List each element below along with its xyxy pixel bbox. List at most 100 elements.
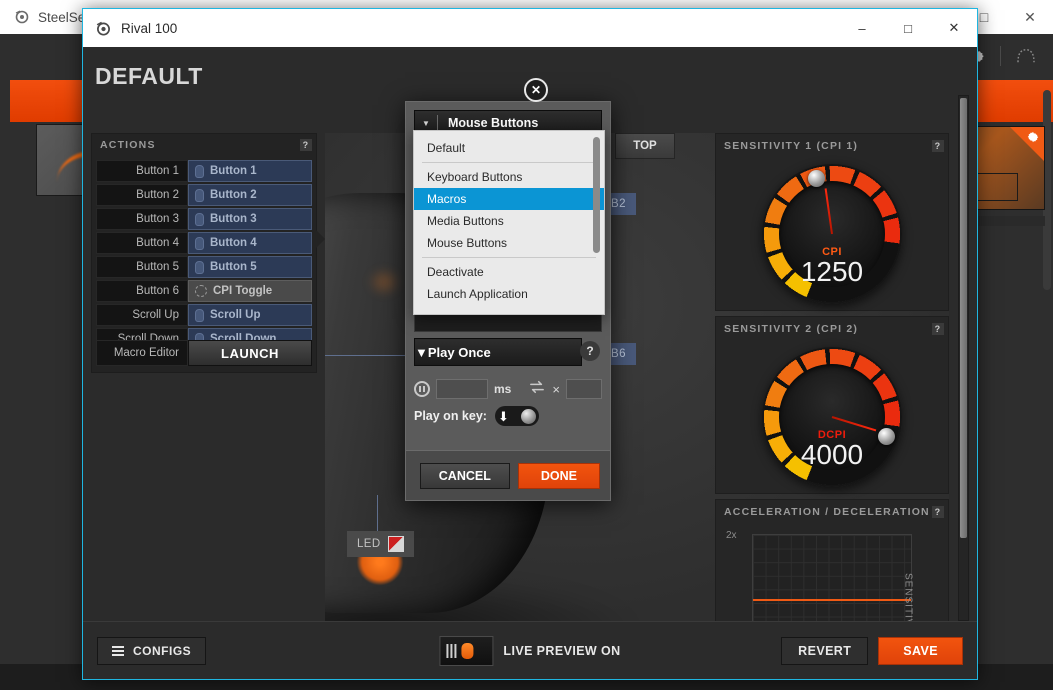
loop-icon bbox=[528, 380, 546, 398]
revert-button[interactable]: REVERT bbox=[781, 637, 868, 665]
content-scrollbar[interactable] bbox=[958, 95, 969, 621]
action-label: Button 2 bbox=[96, 184, 188, 206]
dropdown-item-media-buttons[interactable]: Media Buttons bbox=[414, 210, 604, 232]
sensitivity-2-header: SENSITIVITY 2 (CPI 2) ? bbox=[716, 317, 948, 341]
action-label: Button 5 bbox=[96, 256, 188, 278]
actions-help-icon[interactable]: ? bbox=[300, 139, 312, 151]
action-label: Button 1 bbox=[96, 160, 188, 182]
led-color-swatch[interactable] bbox=[388, 536, 404, 552]
dropdown-item-launch-application[interactable]: Launch Application bbox=[414, 283, 604, 305]
rival-100-window: Rival 100 – □ ✕ DEFAULT ACTIONS ? bbox=[82, 8, 978, 680]
action-label: Button 3 bbox=[96, 208, 188, 230]
gear-icon[interactable] bbox=[1026, 130, 1040, 144]
modal-titlebar[interactable]: Rival 100 – □ ✕ bbox=[83, 9, 977, 47]
table-row: Button 3 Button 3 bbox=[96, 208, 312, 230]
modal-window-controls: – □ ✕ bbox=[839, 9, 977, 47]
cpi-2-dial[interactable]: DCPI 4000 bbox=[762, 347, 902, 487]
action-binding-button[interactable]: Button 3 bbox=[188, 208, 312, 230]
configs-button[interactable]: CONFIGS bbox=[97, 637, 206, 665]
ms-unit-label: ms bbox=[494, 382, 511, 396]
dropdown-item-default[interactable]: Default bbox=[414, 137, 604, 159]
mouse-button-icon bbox=[195, 189, 204, 202]
dropdown-item-deactivate[interactable]: Deactivate bbox=[414, 261, 604, 283]
sensitivity-1-help-icon[interactable]: ? bbox=[932, 140, 944, 152]
binding-type-dropdown[interactable]: Default Keyboard Buttons Macros Media Bu… bbox=[413, 130, 605, 315]
done-button[interactable]: DONE bbox=[518, 463, 600, 489]
sensitivity-2-help-icon[interactable]: ? bbox=[932, 323, 944, 335]
right-column: SENSITIVITY 1 (CPI 1) ? CPI 1250 bbox=[715, 133, 949, 621]
arrow-down-icon: ⬇ bbox=[498, 410, 509, 423]
dropdown-item-macros[interactable]: Macros bbox=[414, 188, 604, 210]
play-on-key-label: Play on key: bbox=[414, 409, 487, 423]
play-mode-help-icon[interactable]: ? bbox=[580, 341, 600, 361]
play-on-key-toggle[interactable]: ⬇ bbox=[495, 406, 539, 426]
tab-top-view[interactable]: TOP bbox=[615, 133, 675, 159]
dropdown-separator-1 bbox=[422, 162, 596, 163]
sensitivity-1-header: SENSITIVITY 1 (CPI 1) ? bbox=[716, 134, 948, 158]
page-title: DEFAULT bbox=[95, 63, 203, 90]
play-mode-combo[interactable]: ▼ Play Once bbox=[414, 338, 582, 366]
live-preview-label: LIVE PREVIEW ON bbox=[503, 644, 620, 658]
table-row: Scroll Up Scroll Up bbox=[96, 304, 312, 326]
action-binding-button[interactable]: Scroll Up bbox=[188, 304, 312, 326]
macro-editor-label: Macro Editor bbox=[96, 340, 188, 366]
chevron-down-icon: ▼ bbox=[415, 345, 428, 360]
repeat-count-input[interactable] bbox=[566, 379, 602, 399]
close-button[interactable]: ✕ bbox=[931, 9, 977, 47]
sensitivity-2-panel: SENSITIVITY 2 (CPI 2) ? DCPI 4000 bbox=[715, 316, 949, 494]
cpi-1-dial[interactable]: CPI 1250 bbox=[762, 164, 902, 304]
action-binding-button[interactable]: Button 1 bbox=[188, 160, 312, 182]
action-binding-button[interactable]: CPI Toggle bbox=[188, 280, 312, 302]
list-icon bbox=[112, 646, 124, 656]
action-binding-label: Button 2 bbox=[210, 189, 257, 201]
toggle-knob bbox=[521, 409, 536, 424]
cancel-button[interactable]: CANCEL bbox=[420, 463, 510, 489]
dropdown-item-mouse-buttons[interactable]: Mouse Buttons bbox=[414, 232, 604, 254]
content-scrollbar-thumb[interactable] bbox=[960, 98, 967, 538]
action-binding-label: Button 4 bbox=[210, 237, 257, 249]
cpi-1-value: 1250 bbox=[762, 256, 902, 288]
pause-icon bbox=[414, 381, 430, 397]
timing-row: ms × bbox=[414, 376, 602, 402]
cpi-1-knob-handle[interactable] bbox=[808, 170, 825, 187]
actions-panel-header: ACTIONS ? bbox=[92, 134, 316, 156]
sensitivity-1-panel: SENSITIVITY 1 (CPI 1) ? CPI 1250 bbox=[715, 133, 949, 311]
modal-title-text: Rival 100 bbox=[121, 21, 177, 36]
macro-launch-button[interactable]: LAUNCH bbox=[188, 340, 312, 366]
sensitivity-2-dial-wrap: DCPI 4000 bbox=[716, 341, 948, 493]
acceleration-curve bbox=[753, 599, 911, 601]
steelseries-logo-icon bbox=[14, 9, 30, 25]
live-preview-toggle[interactable] bbox=[439, 636, 493, 666]
macro-editor-row: Macro Editor LAUNCH bbox=[96, 340, 312, 366]
table-row: Button 6 CPI Toggle bbox=[96, 280, 312, 302]
maximize-button[interactable]: □ bbox=[885, 9, 931, 47]
table-row: Button 2 Button 2 bbox=[96, 184, 312, 206]
sensitivity-2-title: SENSITIVITY 2 (CPI 2) bbox=[724, 323, 858, 335]
dropdown-scrollbar[interactable] bbox=[593, 137, 600, 253]
save-button[interactable]: SAVE bbox=[878, 637, 963, 665]
callout-led[interactable]: LED bbox=[347, 531, 414, 557]
dropdown-item-keyboard-buttons[interactable]: Keyboard Buttons bbox=[414, 166, 604, 188]
background-close-button[interactable]: ✕ bbox=[1007, 0, 1053, 34]
y-axis-tick-top: 2x bbox=[726, 530, 737, 541]
action-binding-label: CPI Toggle bbox=[213, 285, 272, 297]
mouse-outline-icon[interactable] bbox=[1015, 48, 1037, 64]
action-binding-button[interactable]: Button 2 bbox=[188, 184, 312, 206]
close-icon[interactable]: ✕ bbox=[524, 78, 548, 102]
action-label: Scroll Up bbox=[96, 304, 188, 326]
macro-dialog-footer: CANCEL DONE bbox=[406, 450, 610, 500]
actions-rows: Button 1 Button 1 Button 2 Button 2 bbox=[92, 156, 316, 350]
bottom-right-buttons: REVERT SAVE bbox=[781, 637, 963, 665]
action-binding-button[interactable]: Button 5 bbox=[188, 256, 312, 278]
dropdown-separator-2 bbox=[422, 257, 596, 258]
action-label: Button 4 bbox=[96, 232, 188, 254]
binding-type-value: Mouse Buttons bbox=[438, 116, 538, 130]
minimize-button[interactable]: – bbox=[839, 9, 885, 47]
acceleration-help-icon[interactable]: ? bbox=[932, 506, 944, 518]
mouse-button-icon bbox=[195, 165, 204, 178]
cpi-dial-icon bbox=[195, 285, 207, 297]
led-label: LED bbox=[357, 538, 381, 550]
bottom-toolbar: CONFIGS LIVE PREVIEW ON REVERT SAVE bbox=[83, 621, 977, 679]
delay-input[interactable] bbox=[436, 379, 488, 399]
action-binding-button[interactable]: Button 4 bbox=[188, 232, 312, 254]
